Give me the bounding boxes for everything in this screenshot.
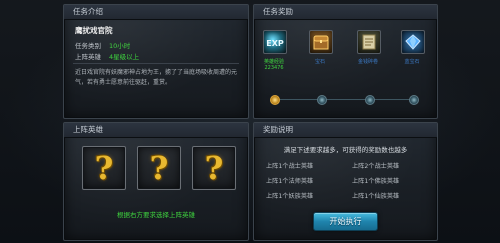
divider: [73, 63, 239, 64]
task-intro-title: 任务介绍: [64, 5, 248, 20]
progress-node: [365, 95, 375, 105]
progress-track: [274, 99, 418, 100]
reward-label: 英雄经验 223476: [263, 59, 284, 71]
progress-node: [409, 95, 419, 105]
scroll-icon: [357, 30, 381, 54]
hero-slot[interactable]: ?: [82, 146, 126, 190]
rule-item: 上阵1个仙族英雄: [352, 193, 400, 200]
progress-node: [317, 95, 327, 105]
hero-requirement-label: 上阵英雄: [75, 53, 101, 61]
task-intro-panel: 任务介绍 鹰扰戏官院 任务类别 10小时 上阵英雄 4星级以上 近日戏官院有妖魔邪神…: [63, 4, 249, 119]
question-mark-icon: ?: [94, 149, 114, 187]
svg-text:EXP: EXP: [266, 39, 284, 48]
exp-book-icon: EXP: [263, 30, 287, 54]
task-reward-panel: 任务奖励 EXP 英雄经验 223476 宝石 金钱碎卷 蓝宝石: [253, 4, 438, 119]
rules-headline: 满足下述要求越多，可获得的奖励数也越多: [283, 146, 408, 154]
hero-hint: 根据右方要求选择上阵英雄: [117, 211, 195, 219]
hero-slot[interactable]: ?: [137, 146, 181, 190]
reward-rules-title: 奖励说明: [254, 123, 437, 138]
hero-selection-panel: 上阵英雄 ? ? ? 根据右方要求选择上阵英雄: [63, 122, 249, 241]
blue-gem-icon: [401, 30, 425, 54]
task-name: 鹰扰戏官院: [75, 26, 113, 35]
treasure-chest-icon: [309, 30, 333, 54]
hero-slot[interactable]: ?: [192, 146, 236, 190]
task-description: 近日戏官院有妖魔邪神占地为王，掳了了当庭场吸收周遭的元气，若有勇士愿意前往驱赶，…: [75, 69, 238, 86]
task-reward-title: 任务奖励: [254, 5, 437, 20]
reward-label: 蓝宝石: [404, 59, 420, 65]
hero-selection-title: 上阵英雄: [64, 123, 248, 138]
task-duration-value: 10小时: [109, 42, 131, 50]
hero-requirement-row: 上阵英雄 4星级以上: [75, 51, 139, 61]
rule-item: 上阵1个佛族英雄: [352, 178, 400, 185]
rule-item: 上阵1个妖族英雄: [266, 193, 314, 200]
rule-item: 上阵2个战士英雄: [352, 163, 400, 170]
reward-label: 宝石: [314, 59, 325, 65]
question-mark-icon: ?: [149, 149, 169, 187]
task-duration-row: 任务类别 10小时: [75, 40, 130, 50]
reward-label: 金钱碎卷: [357, 59, 378, 65]
start-execute-button[interactable]: 开始执行: [313, 212, 378, 231]
reward-rules-panel: 奖励说明 满足下述要求越多，可获得的奖励数也越多 上阵1个战士英雄 上阵1个法师…: [253, 122, 438, 241]
rule-item: 上阵1个战士英雄: [266, 163, 314, 170]
task-duration-label: 任务类别: [75, 42, 101, 50]
hero-requirement-value: 4星级以上: [109, 53, 140, 61]
rule-item: 上阵1个法师英雄: [266, 178, 314, 185]
question-mark-icon: ?: [204, 149, 224, 187]
progress-node: [270, 95, 280, 105]
